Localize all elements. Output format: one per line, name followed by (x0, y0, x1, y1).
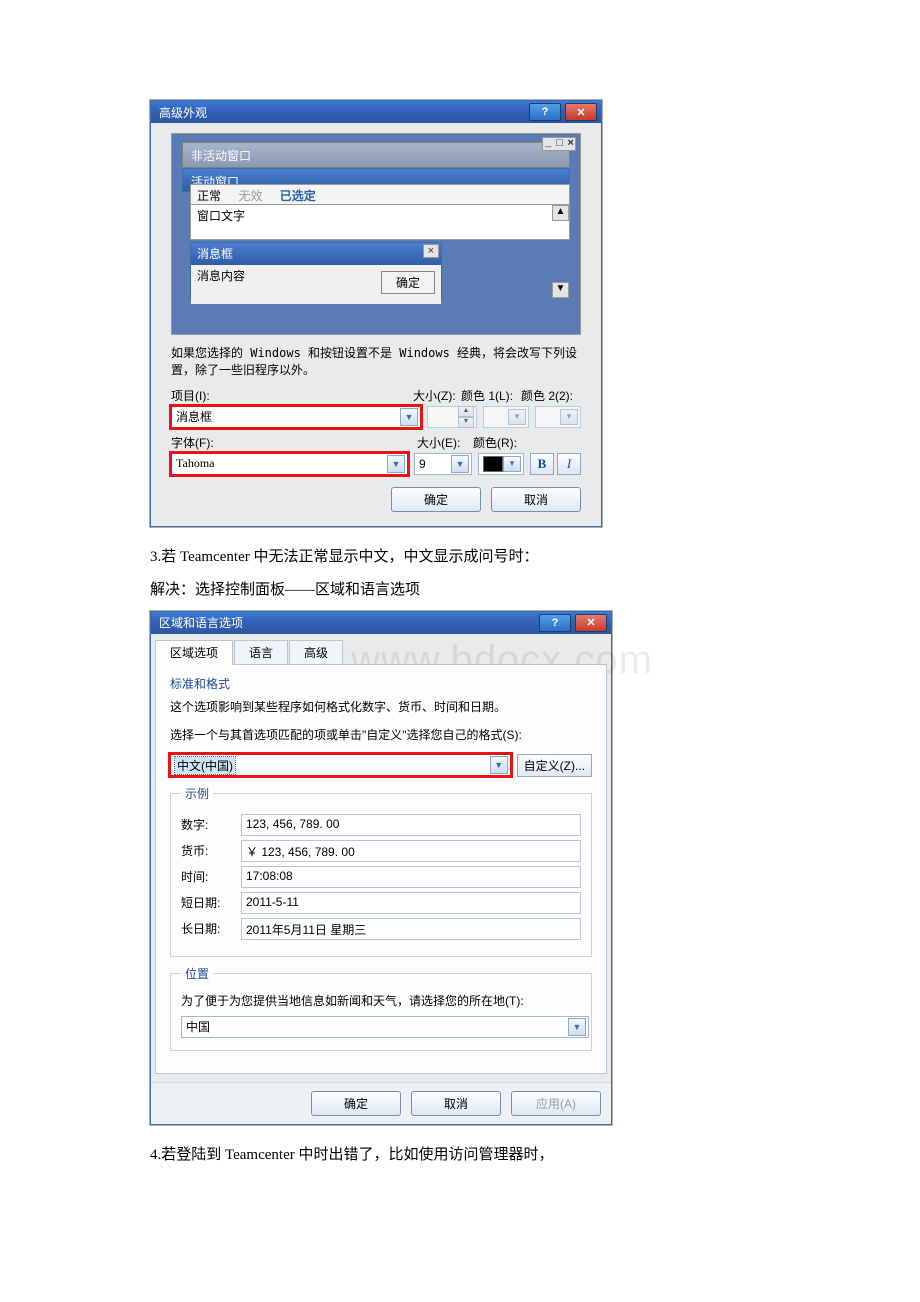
scroll-up-icon: ▲ (552, 205, 569, 221)
preview-inactive-title: 非活动窗口 (183, 143, 569, 168)
longdate-label: 长日期: (181, 920, 241, 937)
standards-desc2: 选择一个与其首选项匹配的项或单击"自定义"选择您自己的格式(S): (170, 726, 592, 744)
doc-text-3b: 解决：选择控制面板——区域和语言选项 (150, 578, 770, 599)
color1-picker[interactable]: ▾ (483, 406, 529, 428)
color2-label: 颜色 2(2): (521, 387, 581, 404)
preview-inactive-window: 非活动窗口 _ □ × (182, 142, 570, 168)
currency-label: 货币: (181, 842, 241, 859)
close-icon[interactable]: ✕ (575, 614, 607, 632)
preview-msgbox-content: 消息内容 (197, 267, 245, 284)
preview-msgbox-title: 消息框 × (191, 243, 441, 265)
item-dropdown[interactable]: 消息框 ▼ (171, 406, 421, 428)
color2-picker[interactable]: ▾ (535, 406, 581, 428)
color1-label: 颜色 1(L): (461, 387, 521, 404)
font-dropdown[interactable]: Tahoma ▼ (171, 453, 408, 475)
menu-normal: 正常 (197, 189, 221, 203)
sample-fieldset: 示例 数字:123, 456, 789. 00 货币:￥ 123, 456, 7… (170, 785, 592, 957)
close-icon[interactable]: ✕ (565, 103, 597, 121)
menu-selected: 已选定 (280, 189, 316, 203)
preview-text-label: 窗口文字 (197, 209, 245, 223)
customize-button[interactable]: 自定义(Z)... (517, 754, 592, 777)
preview-msgbox: 消息框 × 消息内容 确定 (190, 242, 442, 299)
standards-desc1: 这个选项影响到某些程序如何格式化数字、货币、时间和日期。 (170, 698, 592, 716)
doc-text-4: 4.若登陆到 Teamcenter 中时出错了，比如使用访问管理器时， (150, 1143, 770, 1164)
color-swatch (483, 456, 503, 472)
tab-language[interactable]: 语言 (234, 640, 288, 665)
shortdate-value: 2011-5-11 (241, 892, 581, 914)
chevron-down-icon: ▼ (451, 455, 469, 473)
fontsize-dropdown[interactable]: 9 ▼ (414, 453, 472, 475)
location-value: 中国 (186, 1018, 210, 1035)
chevron-down-icon: ▼ (568, 1018, 586, 1036)
number-value: 123, 456, 789. 00 (241, 814, 581, 836)
doc-text-3: 3.若 Teamcenter 中无法正常显示中文，中文显示成问号时： (150, 545, 770, 566)
tab-advanced[interactable]: 高级 (289, 640, 343, 665)
bold-button[interactable]: B (530, 453, 554, 475)
chevron-down-icon: ▾ (503, 456, 521, 472)
tab-region-options[interactable]: 区域选项 (155, 640, 233, 665)
dialog-title: 区域和语言选项 (159, 614, 243, 631)
close-icon: × (423, 244, 439, 258)
spin-up-icon: ▲ (458, 406, 474, 417)
colorr-label: 颜色(R): (473, 434, 533, 451)
note-text: 如果您选择的 Windows 和按钮设置不是 Windows 经典，将会改写下列… (171, 345, 581, 379)
location-dropdown[interactable]: 中国 ▼ (181, 1016, 589, 1038)
spin-down-icon: ▼ (458, 417, 474, 428)
help-icon[interactable]: ? (529, 103, 561, 121)
preview-area: 非活动窗口 _ □ × 活动窗口 _ □ × 正常 无效 已选定 窗口文字 ▲ (171, 133, 581, 335)
cancel-button[interactable]: 取消 (491, 487, 581, 512)
scroll-down-icon: ▼ (552, 282, 569, 298)
apply-button[interactable]: 应用(A) (511, 1091, 601, 1116)
sizez-label: 大小(Z): (413, 387, 461, 404)
font-value: Tahoma (176, 456, 214, 471)
chevron-down-icon: ▼ (400, 408, 418, 426)
preview-text-area: 窗口文字 (190, 204, 570, 240)
ok-button[interactable]: 确定 (311, 1091, 401, 1116)
time-value: 17:08:08 (241, 866, 581, 888)
chevron-down-icon: ▼ (387, 455, 405, 473)
chevron-down-icon: ▼ (490, 756, 508, 774)
sample-legend: 示例 (181, 785, 213, 802)
help-icon[interactable]: ? (539, 614, 571, 632)
time-label: 时间: (181, 868, 241, 885)
location-fieldset: 位置 为了便于为您提供当地信息如新闻和天气，请选择您的所在地(T): 中国 ▼ (170, 965, 592, 1051)
currency-value: ￥ 123, 456, 789. 00 (241, 840, 581, 862)
menu-disabled: 无效 (238, 189, 262, 203)
cancel-button[interactable]: 取消 (411, 1091, 501, 1116)
shortdate-label: 短日期: (181, 894, 241, 911)
sizee-label: 大小(E): (417, 434, 473, 451)
locale-value: 中文(中国) (175, 757, 235, 774)
fontcolor-picker[interactable]: ▾ (478, 453, 524, 475)
ok-button[interactable]: 确定 (391, 487, 481, 512)
titlebar: 区域和语言选项 ? ✕ (151, 612, 611, 634)
chevron-down-icon: ▾ (508, 409, 526, 425)
item-label: 项目(I): (171, 387, 413, 404)
item-value: 消息框 (176, 408, 212, 425)
location-desc: 为了便于为您提供当地信息如新闻和天气，请选择您的所在地(T): (181, 992, 581, 1010)
longdate-value: 2011年5月11日 星期三 (241, 918, 581, 940)
region-language-dialog: 区域和语言选项 ? ✕ www.bdocx.com 区域选项 语言 高级 标准和… (150, 611, 612, 1125)
standards-legend: 标准和格式 (170, 675, 592, 692)
chevron-down-icon: ▾ (560, 409, 578, 425)
locale-dropdown[interactable]: 中文(中国) ▼ (170, 754, 511, 776)
sizez-spinner[interactable]: ▲▼ (427, 406, 477, 428)
fontsize-value: 9 (419, 457, 426, 471)
preview-ok-button: 确定 (381, 271, 435, 294)
advanced-appearance-dialog: 高级外观 ? ✕ 非活动窗口 _ □ × 活动窗口 _ □ × 正常 无效 (150, 100, 602, 527)
dialog-title: 高级外观 (159, 104, 207, 121)
italic-button[interactable]: I (557, 453, 581, 475)
window-controls-icon: _ □ × (542, 137, 576, 151)
font-label: 字体(F): (171, 434, 417, 451)
location-legend: 位置 (181, 965, 213, 982)
titlebar: 高级外观 ? ✕ (151, 101, 601, 123)
number-label: 数字: (181, 816, 241, 833)
